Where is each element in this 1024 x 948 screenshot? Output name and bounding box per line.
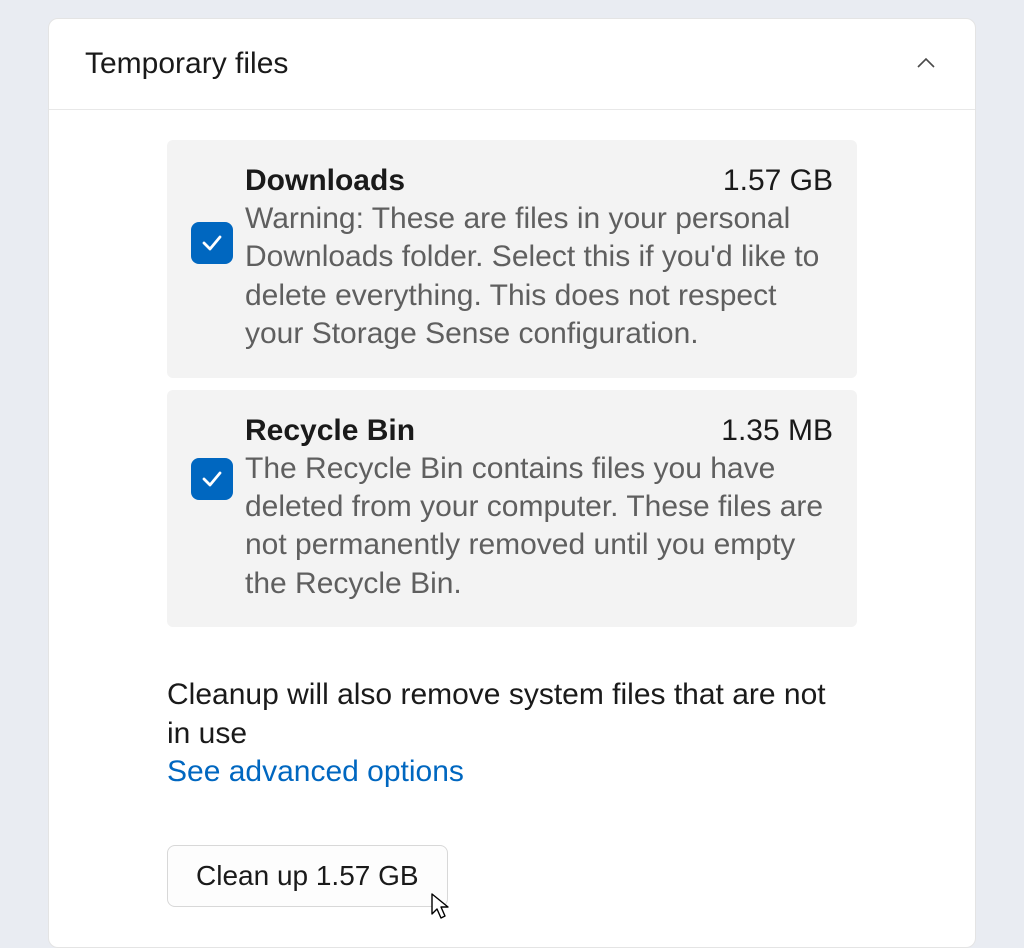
cleanup-button[interactable]: Clean up 1.57 GB	[167, 845, 448, 907]
item-title: Recycle Bin	[245, 414, 415, 448]
item-description: Warning: These are files in your persona…	[245, 200, 833, 354]
chevron-up-icon	[913, 51, 939, 77]
cleanup-item-downloads: Downloads 1.57 GB Warning: These are fil…	[167, 140, 857, 378]
item-top-row: Downloads 1.57 GB	[245, 164, 833, 198]
cursor-icon	[429, 892, 453, 922]
advanced-options-link[interactable]: See advanced options	[167, 755, 464, 789]
temporary-files-panel: Temporary files Downloads 1.57 GB Warnin…	[48, 18, 976, 948]
item-content: Recycle Bin 1.35 MB The Recycle Bin cont…	[245, 414, 833, 604]
check-icon	[198, 229, 226, 257]
panel-header[interactable]: Temporary files	[49, 19, 975, 110]
check-icon	[198, 465, 226, 493]
item-size: 1.57 GB	[723, 164, 833, 198]
item-title: Downloads	[245, 164, 405, 198]
cleanup-item-recycle-bin: Recycle Bin 1.35 MB The Recycle Bin cont…	[167, 390, 857, 628]
checkbox-recycle-bin[interactable]	[191, 458, 233, 500]
cleanup-button-label: Clean up 1.57 GB	[196, 860, 419, 891]
cleanup-note: Cleanup will also remove system files th…	[167, 675, 857, 753]
item-content: Downloads 1.57 GB Warning: These are fil…	[245, 164, 833, 354]
item-description: The Recycle Bin contains files you have …	[245, 450, 833, 604]
item-size: 1.35 MB	[721, 414, 833, 448]
panel-title: Temporary files	[85, 47, 288, 81]
checkbox-downloads[interactable]	[191, 222, 233, 264]
item-top-row: Recycle Bin 1.35 MB	[245, 414, 833, 448]
panel-body: Downloads 1.57 GB Warning: These are fil…	[49, 110, 975, 947]
